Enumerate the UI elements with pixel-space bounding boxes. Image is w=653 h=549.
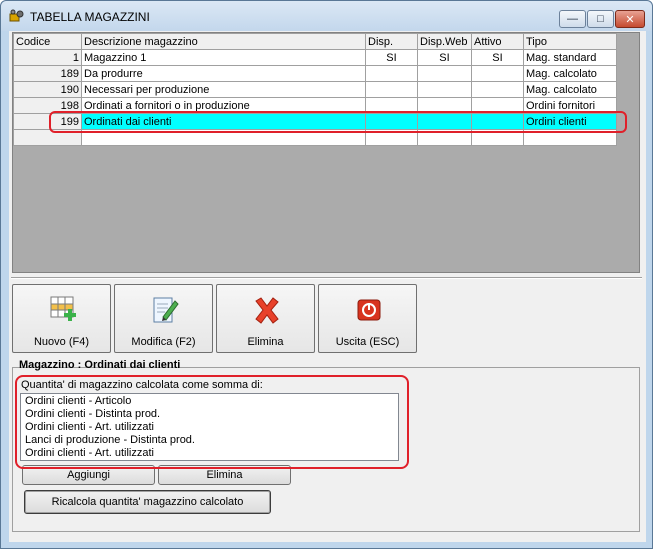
new-button[interactable]: Nuovo (F4) bbox=[12, 284, 111, 353]
edit-document-icon bbox=[153, 297, 179, 323]
power-exit-icon bbox=[357, 299, 381, 321]
window-title: TABELLA MAGAZZINI bbox=[30, 10, 150, 24]
cell-tipo[interactable]: Mag. calcolato bbox=[523, 81, 617, 98]
minimize-icon: — bbox=[567, 13, 578, 25]
toolbar: Nuovo (F4) Modifica (F2) Elimina Uscita … bbox=[12, 284, 640, 354]
delete-x-icon bbox=[255, 297, 279, 324]
exit-button-label: Uscita (ESC) bbox=[335, 336, 400, 348]
table-row[interactable]: 189 Da produrre Mag. calcolato bbox=[13, 65, 617, 82]
new-grid-icon bbox=[50, 296, 76, 321]
app-icon bbox=[9, 9, 24, 22]
client-area: Codice Descrizione magazzino Disp. Disp.… bbox=[9, 31, 646, 542]
cell-descrizione[interactable]: Necessari per produzione bbox=[81, 81, 366, 98]
cell-tipo[interactable]: Mag. calcolato bbox=[523, 65, 617, 82]
cell-disp-web[interactable] bbox=[417, 65, 472, 82]
column-header-tipo[interactable]: Tipo bbox=[523, 33, 617, 50]
table-header-row: Codice Descrizione magazzino Disp. Disp.… bbox=[13, 33, 617, 50]
table-row[interactable]: 190 Necessari per produzione Mag. calcol… bbox=[13, 81, 617, 98]
highlight-annotation-row bbox=[49, 111, 627, 133]
cell-disp[interactable] bbox=[365, 81, 418, 98]
cell-codice[interactable]: 190 bbox=[13, 81, 82, 98]
exit-button[interactable]: Uscita (ESC) bbox=[318, 284, 417, 353]
column-header-codice[interactable]: Codice bbox=[13, 33, 82, 50]
column-header-disp[interactable]: Disp. bbox=[365, 33, 418, 50]
cell-descrizione[interactable]: Da produrre bbox=[81, 65, 366, 82]
divider bbox=[11, 277, 642, 279]
cell-codice[interactable]: 189 bbox=[13, 65, 82, 82]
column-header-attivo[interactable]: Attivo bbox=[471, 33, 524, 50]
cell-attivo[interactable] bbox=[471, 65, 524, 82]
cell-disp-web[interactable] bbox=[417, 81, 472, 98]
main-window: TABELLA MAGAZZINI — □ ✕ Codice Descrizio… bbox=[0, 0, 653, 549]
cell-codice[interactable]: 1 bbox=[13, 49, 82, 66]
table-row[interactable]: 1 Magazzino 1 SI SI SI Mag. standard bbox=[13, 49, 617, 66]
cell-tipo[interactable]: Mag. standard bbox=[523, 49, 617, 66]
column-header-descrizione[interactable]: Descrizione magazzino bbox=[81, 33, 366, 50]
warehouse-grid[interactable]: Codice Descrizione magazzino Disp. Disp.… bbox=[12, 32, 640, 273]
cell-disp[interactable] bbox=[365, 65, 418, 82]
edit-button[interactable]: Modifica (F2) bbox=[114, 284, 213, 353]
cell-disp[interactable]: SI bbox=[365, 49, 418, 66]
highlight-annotation-list bbox=[15, 375, 409, 469]
cell-disp-web[interactable]: SI bbox=[417, 49, 472, 66]
minimize-button[interactable]: — bbox=[559, 10, 586, 28]
close-button[interactable]: ✕ bbox=[615, 10, 645, 28]
delete-button-label: Elimina bbox=[247, 336, 284, 348]
maximize-button[interactable]: □ bbox=[587, 10, 614, 28]
recalculate-button[interactable]: Ricalcola quantita' magazzino calcolato bbox=[24, 490, 271, 514]
title-bar[interactable]: TABELLA MAGAZZINI — □ ✕ bbox=[1, 1, 652, 31]
delete-button[interactable]: Elimina bbox=[216, 284, 315, 353]
edit-button-label: Modifica (F2) bbox=[131, 336, 196, 348]
close-icon: ✕ bbox=[625, 13, 635, 26]
column-header-disp-web[interactable]: Disp.Web bbox=[417, 33, 472, 50]
section-title: Magazzino : Ordinati dai clienti bbox=[19, 359, 181, 371]
new-button-label: Nuovo (F4) bbox=[33, 336, 90, 348]
maximize-icon: □ bbox=[597, 13, 604, 25]
cell-attivo[interactable]: SI bbox=[471, 49, 524, 66]
cell-descrizione[interactable]: Magazzino 1 bbox=[81, 49, 366, 66]
cell-attivo[interactable] bbox=[471, 81, 524, 98]
